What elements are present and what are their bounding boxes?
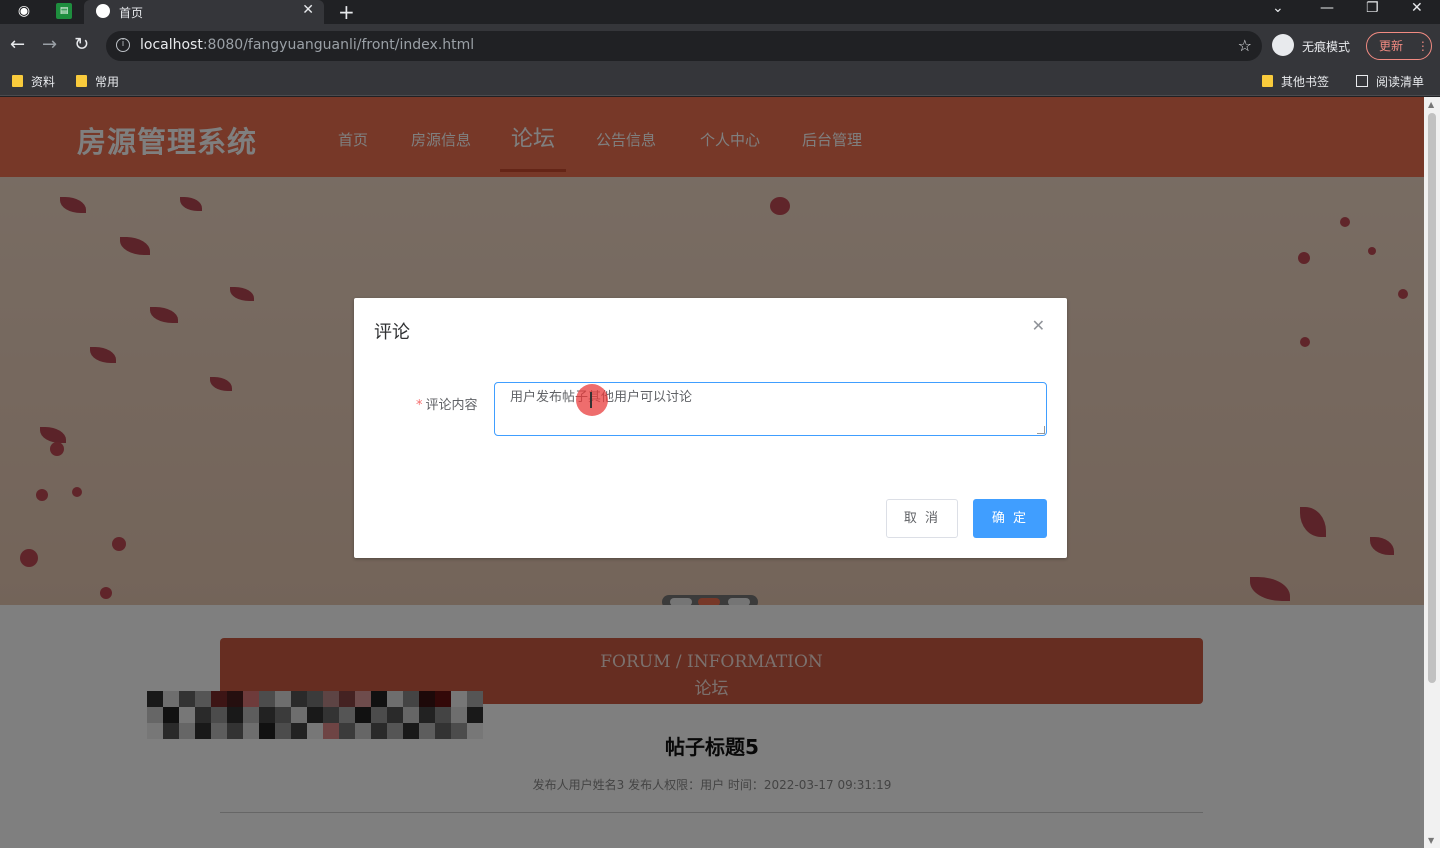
bookmarks-bar: 资料 常用 其他书签 阅读清单 <box>0 68 1440 96</box>
cancel-button[interactable]: 取 消 <box>886 499 958 538</box>
browser-globe-icon[interactable]: ◉ <box>16 3 32 19</box>
reading-list-icon <box>1356 75 1368 87</box>
bookmark-folder-other[interactable]: 其他书签 <box>1262 73 1329 90</box>
forward-icon[interactable]: → <box>42 34 57 55</box>
bookmark-folder-changyong[interactable]: 常用 <box>76 73 119 90</box>
back-icon[interactable]: ← <box>10 34 25 55</box>
tab-close-icon[interactable]: ✕ <box>302 2 314 18</box>
url-text: localhost:8080/fangyuanguanli/front/inde… <box>140 37 475 53</box>
restore-icon[interactable]: ❐ <box>1366 0 1379 16</box>
new-tab-icon[interactable]: + <box>338 0 355 24</box>
scroll-up-icon[interactable]: ▲ <box>1428 100 1434 109</box>
browser-toolbar: ← → ↻ i localhost:8080/fangyuanguanli/fr… <box>0 24 1440 68</box>
folder-icon <box>76 75 87 87</box>
address-bar[interactable]: i localhost:8080/fangyuanguanli/front/in… <box>106 31 1262 61</box>
resize-handle-icon[interactable] <box>1037 426 1045 434</box>
browser-tab-strip: ◉ ▤ 首页 ✕ + ⌄ — ❐ ✕ <box>0 0 1440 24</box>
scroll-down-icon[interactable]: ▼ <box>1428 836 1434 845</box>
sheets-app-icon[interactable]: ▤ <box>56 3 72 19</box>
reload-icon[interactable]: ↻ <box>74 34 89 55</box>
window-close-icon[interactable]: ✕ <box>1411 0 1423 16</box>
bookmark-folder-ziliao[interactable]: 资料 <box>12 73 55 90</box>
required-asterisk: * <box>416 398 423 413</box>
folder-icon <box>12 75 23 87</box>
site-info-icon[interactable]: i <box>116 38 130 52</box>
incognito-label: 无痕模式 <box>1302 40 1351 54</box>
reading-list[interactable]: 阅读清单 <box>1356 73 1424 90</box>
page-viewport: 房源管理系统 首页 房源信息 论坛 公告信息 个人中心 后台管理 <box>0 97 1424 848</box>
browser-tab-active[interactable]: 首页 ✕ <box>84 0 324 24</box>
page-scrollbar[interactable]: ▲ ▼ <box>1424 97 1440 848</box>
tab-globe-icon <box>96 4 110 18</box>
tab-search-chevron-icon[interactable]: ⌄ <box>1272 0 1284 16</box>
close-icon[interactable]: ✕ <box>1032 316 1045 335</box>
comment-dialog: 评论 ✕ *评论内容 用户发布帖子其他用户可以讨论 取 消 确 定 <box>354 298 1067 558</box>
bookmark-star-icon[interactable]: ☆ <box>1238 36 1252 55</box>
confirm-button[interactable]: 确 定 <box>973 499 1047 538</box>
minimize-icon[interactable]: — <box>1320 0 1334 16</box>
comment-textarea[interactable]: 用户发布帖子其他用户可以讨论 <box>494 382 1047 436</box>
incognito-icon[interactable] <box>1272 34 1294 56</box>
dialog-title: 评论 <box>374 322 410 343</box>
update-button[interactable]: 更新 ⋮ <box>1366 32 1432 60</box>
folder-icon <box>1262 75 1273 87</box>
scrollbar-thumb[interactable] <box>1428 113 1436 683</box>
tab-title: 首页 <box>119 6 144 20</box>
mouse-click-indicator <box>576 384 608 416</box>
comment-field-label: * 评论内容 <box>416 398 478 413</box>
text-cursor-icon <box>590 392 592 408</box>
